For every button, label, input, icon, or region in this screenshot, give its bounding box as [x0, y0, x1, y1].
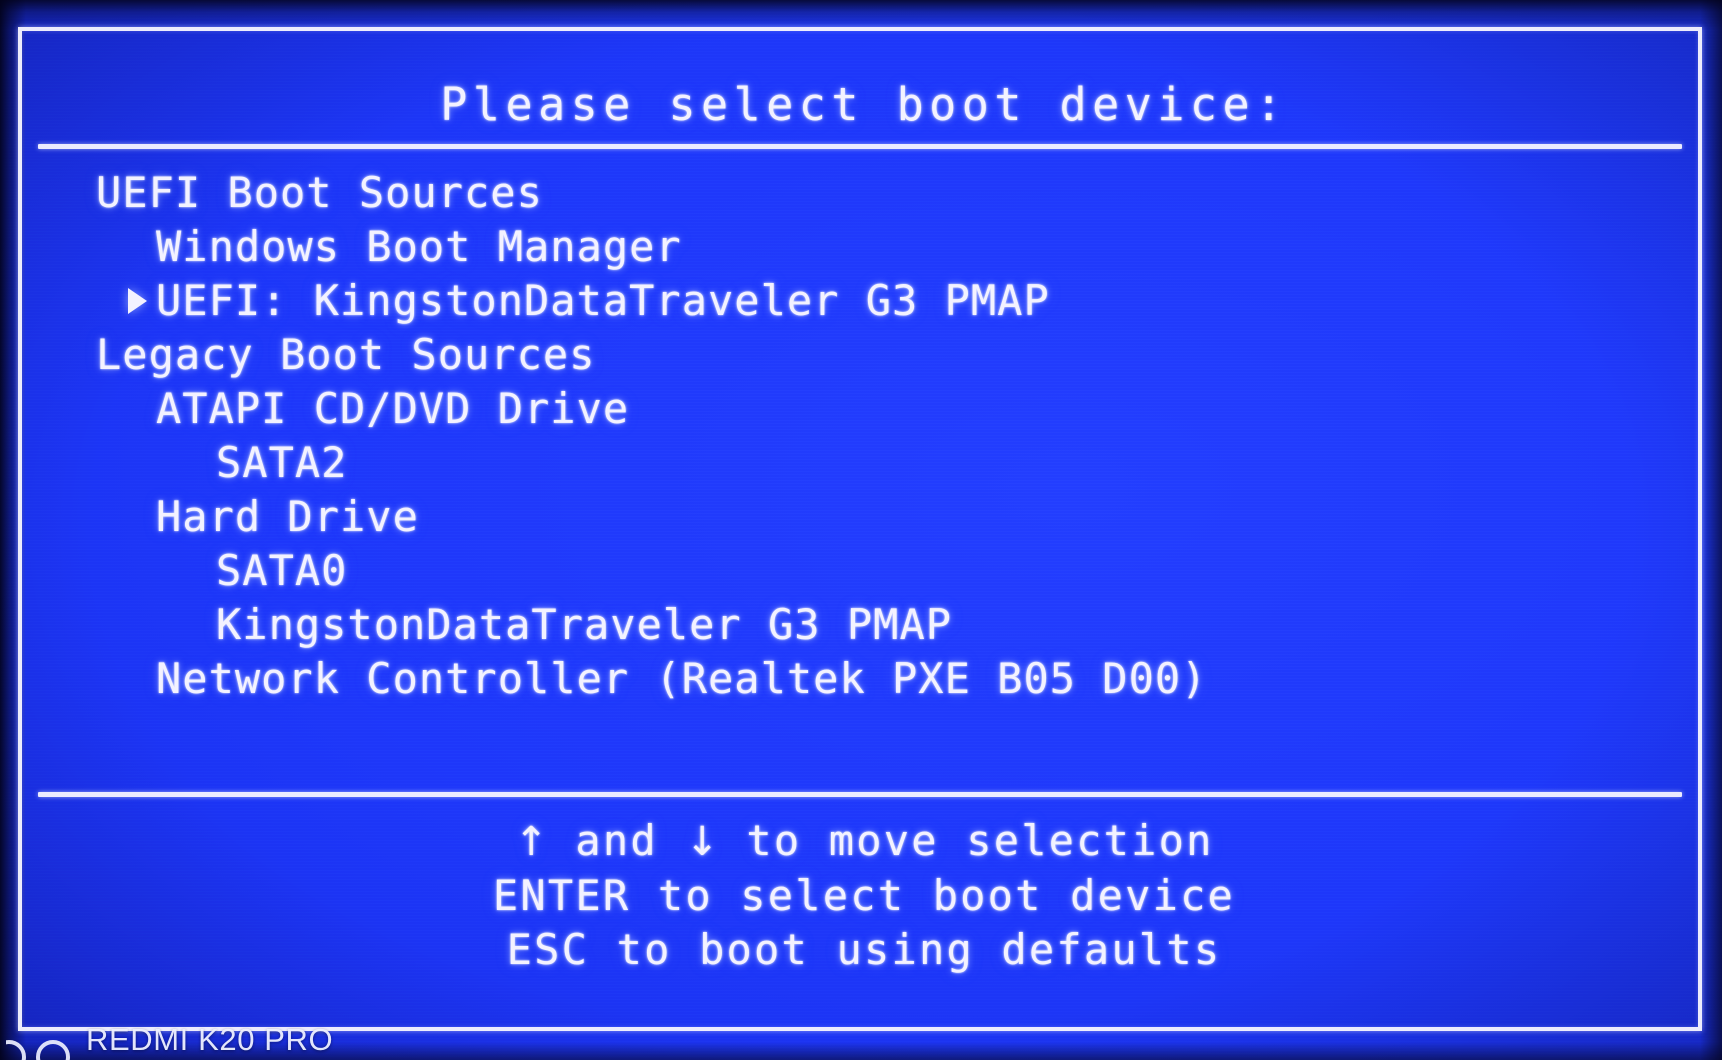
list-item[interactable]: Windows Boot Manager — [22, 220, 1698, 274]
arrow-up-icon: ↑ — [514, 819, 548, 865]
list-item[interactable]: ATAPI CD/DVD Drive — [22, 382, 1698, 436]
list-item-label: SATA0 — [216, 546, 348, 595]
list-item-label: UEFI: KingstonDataTraveler G3 PMAP — [156, 276, 1050, 325]
list-item[interactable]: SATA2 — [22, 436, 1698, 490]
list-item[interactable]: UEFI Boot Sources — [22, 166, 1698, 220]
help-text-and: and — [547, 816, 686, 865]
footer-separator — [38, 792, 1682, 797]
help-footer: ↑ and ↓ to move selection ENTER to selec… — [22, 814, 1706, 977]
selection-arrow-icon — [128, 288, 147, 314]
dialog-title: Please select boot device: — [440, 78, 1288, 131]
list-item-selected[interactable]: UEFI: KingstonDataTraveler G3 PMAP — [22, 274, 1698, 328]
list-item-label: Network Controller (Realtek PXE B05 D00) — [156, 654, 1208, 703]
list-item-label: SATA2 — [216, 438, 348, 487]
help-text-move: to move selection — [718, 816, 1214, 865]
list-item[interactable]: KingstonDataTraveler G3 PMAP — [22, 598, 1698, 652]
bios-boot-menu-screen: Please select boot device: UEFI Boot Sou… — [0, 0, 1722, 1060]
list-item-label: Legacy Boot Sources — [96, 330, 596, 379]
camera-watermark: REDMI K20 PRO — [86, 1022, 334, 1057]
boot-device-dialog: Please select boot device: UEFI Boot Sou… — [18, 27, 1702, 1031]
header-separator — [38, 144, 1682, 149]
boot-device-list: UEFI Boot Sources Windows Boot Manager U… — [22, 166, 1698, 706]
list-item-label: KingstonDataTraveler G3 PMAP — [216, 600, 953, 649]
list-item[interactable]: Hard Drive — [22, 490, 1698, 544]
list-item-label: Hard Drive — [156, 492, 419, 541]
list-item-label: UEFI Boot Sources — [96, 168, 543, 217]
list-item-label: Windows Boot Manager — [156, 222, 682, 271]
help-line-esc: ESC to boot using defaults — [506, 925, 1222, 974]
help-line-enter: ENTER to select boot device — [492, 871, 1236, 920]
list-item-label: ATAPI CD/DVD Drive — [156, 384, 630, 433]
arrow-down-icon: ↓ — [685, 819, 719, 865]
list-item[interactable]: SATA0 — [22, 544, 1698, 598]
list-item[interactable]: Legacy Boot Sources — [22, 328, 1698, 382]
list-item[interactable]: Network Controller (Realtek PXE B05 D00) — [22, 652, 1698, 706]
help-line-move-selection: ↑ and ↓ to move selection — [22, 814, 1706, 869]
